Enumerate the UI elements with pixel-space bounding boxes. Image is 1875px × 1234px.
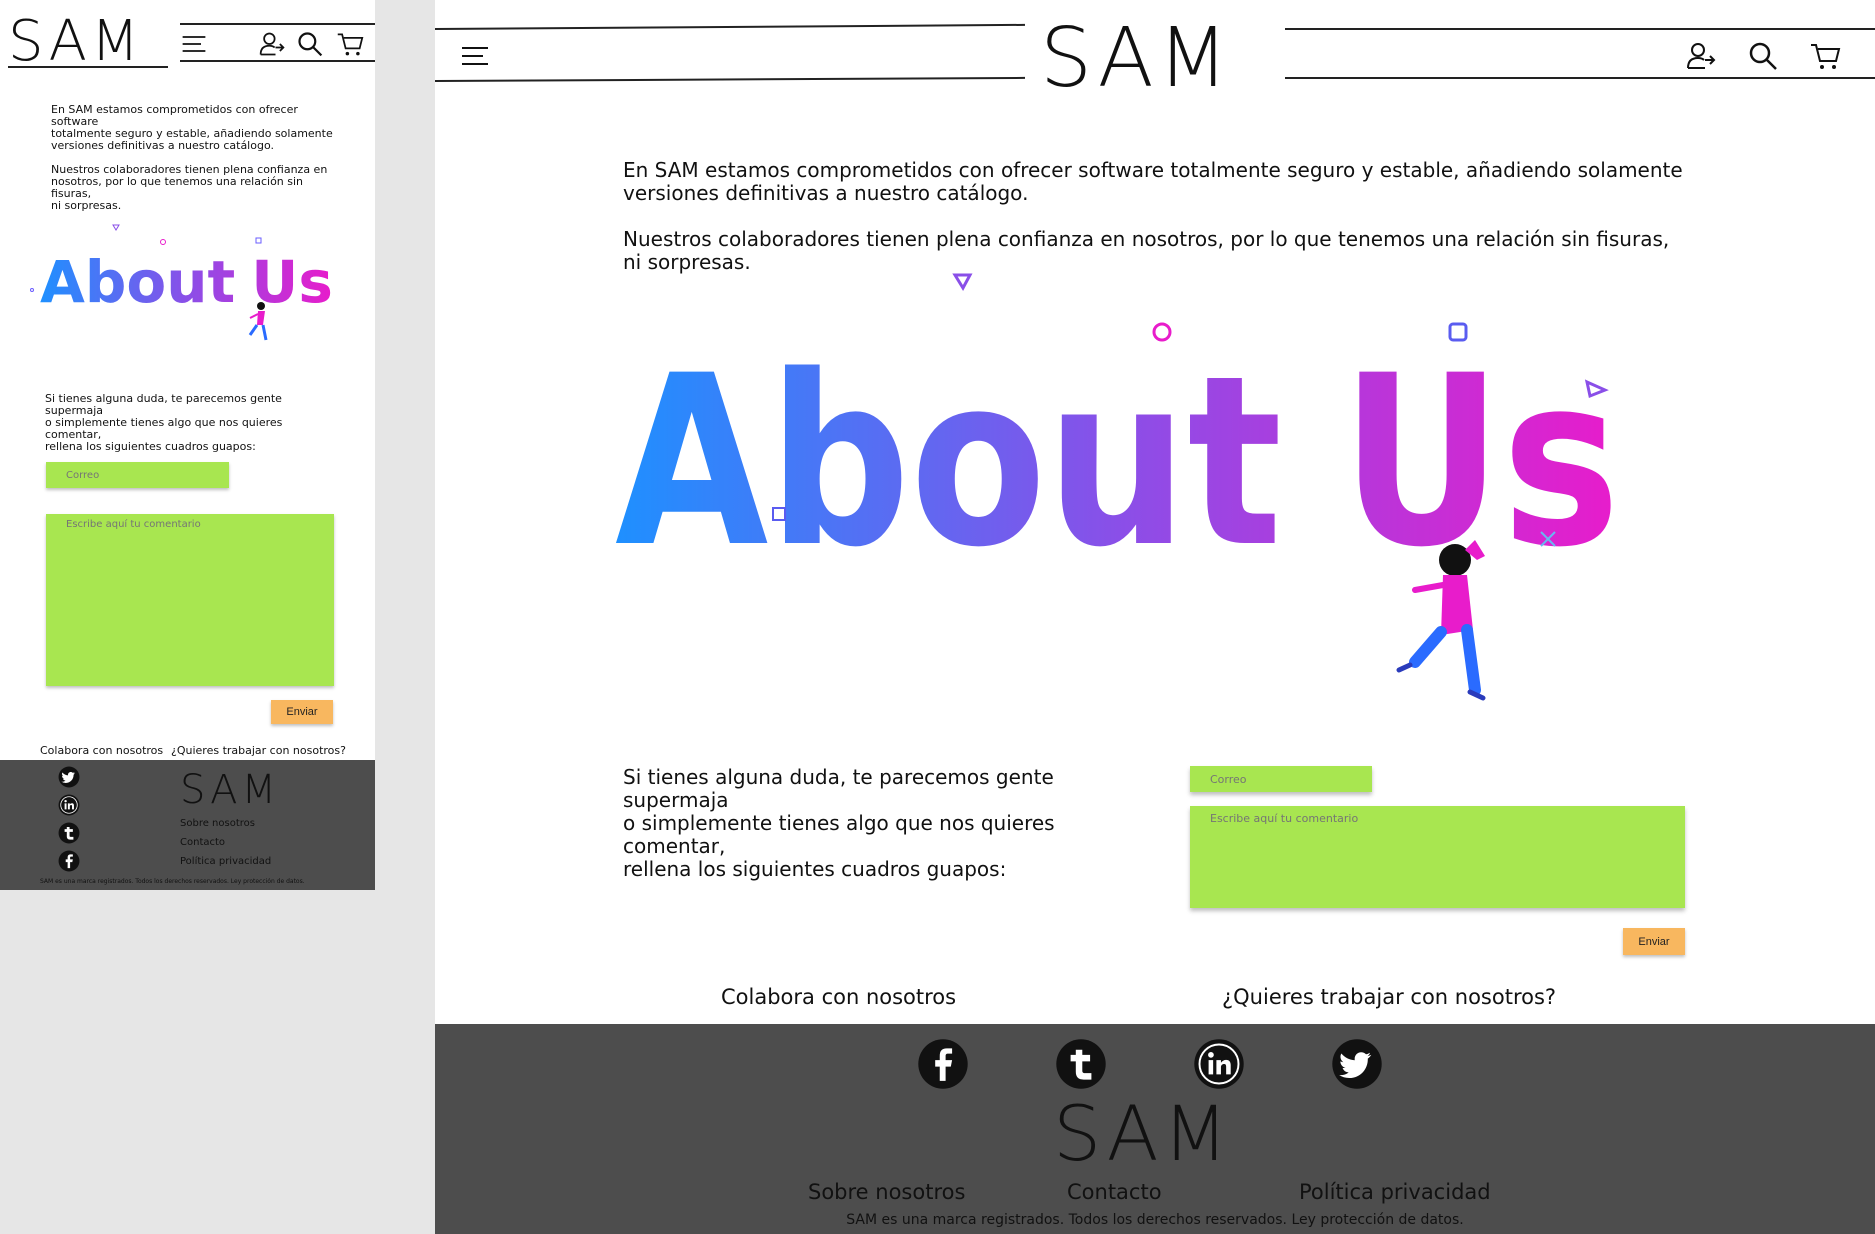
footer-link-about[interactable]: Sobre nosotros [808,1180,965,1204]
desktop-work-link[interactable]: ¿Quieres trabajar con nosotros? [1222,985,1556,1009]
svg-text:AboutUs: AboutUs [40,248,333,316]
desktop-logo[interactable]: SAM [1040,18,1232,100]
search-icon[interactable] [296,30,324,58]
cart-icon[interactable] [1809,40,1841,72]
mobile-about-us-illustration: About Us [30,224,333,341]
mobile-footer-logo[interactable]: SAM [180,770,280,810]
desktop-nav-divider [1285,28,1875,30]
facebook-icon[interactable] [917,1038,969,1090]
menu-icon[interactable] [180,30,208,58]
desktop-footer-logo[interactable]: SAM [1053,1096,1232,1172]
mobile-footer-legal: SAM es una marca registrados. Todos los … [40,878,305,885]
mobile-footer: SAM Sobre nosotros Contacto Política pri… [0,760,375,890]
mobile-nav-divider [180,23,375,25]
mobile-work-link[interactable]: ¿Quieres trabajar con nosotros? [171,744,346,757]
twitter-icon[interactable] [58,766,80,788]
mobile-logo[interactable]: SAM [8,14,143,70]
search-icon[interactable] [1747,40,1779,72]
desktop-collaborate-link[interactable]: Colabora con nosotros [721,985,956,1009]
desktop-email-input[interactable] [1190,766,1372,792]
desktop-intro-paragraph-2: Nuestros colaboradores tienen plena conf… [623,227,1670,274]
mobile-hero-word-1: About [40,248,235,316]
mobile-intro-paragraph-2: Nuestros colaboradores tienen plena conf… [51,163,328,212]
facebook-icon[interactable] [58,850,80,872]
footer-link-about[interactable]: Sobre nosotros [180,818,255,829]
desktop-help-text: Si tienes alguna duda, te parecemos gent… [623,765,1055,881]
user-icon[interactable] [1685,40,1717,72]
desktop-nav-divider [435,23,1025,30]
mobile-comment-textarea[interactable] [46,514,334,686]
desktop-page: SAM En SAM estamos comprometidos con ofr… [435,0,1875,1234]
footer-link-privacy[interactable]: Política privacidad [1299,1180,1491,1204]
desktop-submit-button[interactable]: Enviar [1623,928,1685,955]
desktop-comment-textarea[interactable] [1190,806,1685,908]
mobile-help-text: Si tienes alguna duda, te parecemos gent… [45,392,283,453]
mobile-email-input[interactable] [46,462,229,488]
mobile-intro-paragraph-1: En SAM estamos comprometidos con ofrecer… [51,103,333,152]
twitter-icon[interactable] [1331,1038,1383,1090]
mobile-submit-button[interactable]: Enviar [271,700,333,724]
footer-link-privacy[interactable]: Política privacidad [180,856,271,867]
mobile-navbar: SAM [0,0,375,80]
linkedin-icon[interactable] [58,794,80,816]
tumblr-icon[interactable] [58,822,80,844]
desktop-nav-divider [1285,77,1875,79]
mobile-nav-divider [8,66,168,68]
mobile-collaborate-link[interactable]: Colabora con nosotros [40,744,163,757]
linkedin-icon[interactable] [1193,1038,1245,1090]
cart-icon[interactable] [336,30,364,58]
footer-link-contact[interactable]: Contacto [1067,1180,1162,1204]
desktop-intro-paragraph-1: En SAM estamos comprometidos con ofrecer… [623,158,1683,205]
menu-icon[interactable] [459,40,491,72]
desktop-about-us-illustration: AboutUs [615,273,1620,701]
desktop-footer-legal: SAM es una marca registrados. Todos los … [846,1212,1464,1228]
user-icon[interactable] [258,30,286,58]
mobile-page: SAM En SAM estamos comprometidos con ofr… [0,0,375,890]
desktop-hero-word-1: About [615,326,1282,599]
desktop-nav-divider [435,76,1025,82]
mobile-nav-divider [180,60,375,62]
footer-link-contact[interactable]: Contacto [180,837,225,848]
tumblr-icon[interactable] [1055,1038,1107,1090]
